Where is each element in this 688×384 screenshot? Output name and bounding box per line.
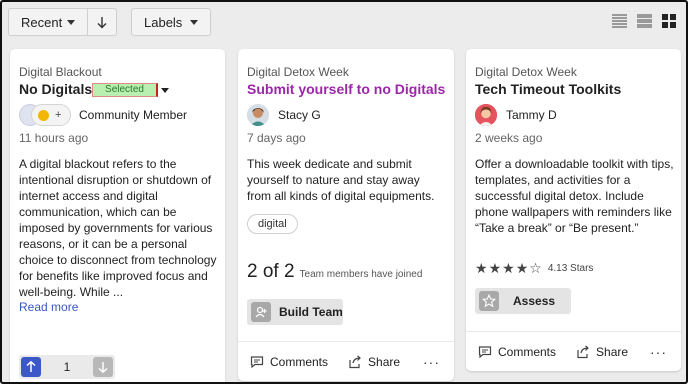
labels-label: Labels bbox=[144, 14, 183, 30]
share-label: Share bbox=[368, 354, 401, 369]
idea-card[interactable]: Digital Detox Week Submit yourself to no… bbox=[238, 49, 454, 381]
chevron-down-icon[interactable] bbox=[161, 88, 169, 93]
view-toggles bbox=[612, 14, 676, 28]
upvote-button[interactable] bbox=[21, 357, 41, 377]
card-title[interactable]: No Digitals bbox=[19, 81, 92, 97]
avatar bbox=[475, 104, 497, 126]
card-title[interactable]: Submit yourself to no Digitals bbox=[247, 81, 445, 97]
read-more-link[interactable]: Read more bbox=[19, 300, 78, 314]
comments-label: Comments bbox=[270, 354, 329, 369]
build-team-button[interactable]: Build Team bbox=[247, 299, 343, 325]
star-icon: ★ bbox=[515, 260, 529, 276]
card-author: Tammy D bbox=[475, 104, 557, 126]
comment-icon bbox=[250, 355, 264, 368]
compact-view-icon[interactable] bbox=[637, 14, 652, 28]
sort-control: Recent bbox=[8, 8, 117, 36]
tag-chip[interactable]: digital bbox=[247, 214, 298, 234]
author-name: Tammy D bbox=[506, 108, 557, 122]
card-footer: Comments Share ··· bbox=[238, 341, 454, 381]
share-icon bbox=[577, 344, 589, 358]
add-icon: + bbox=[55, 109, 62, 121]
more-options-icon[interactable]: ··· bbox=[650, 344, 667, 360]
author-name: Stacy G bbox=[278, 108, 321, 122]
timestamp: 7 days ago bbox=[247, 131, 306, 145]
team-count: 2 of 2 bbox=[247, 261, 295, 282]
vote-control: 1 bbox=[19, 355, 115, 379]
card-footer: Comments Share ··· bbox=[466, 331, 681, 371]
assess-label: Assess bbox=[513, 294, 556, 308]
share-button[interactable]: Share bbox=[348, 355, 400, 369]
star-outline-icon: ☆ bbox=[529, 260, 542, 276]
more-options-icon[interactable]: ··· bbox=[423, 354, 440, 370]
build-team-label: Build Team bbox=[279, 305, 343, 319]
downvote-button[interactable] bbox=[93, 357, 113, 377]
star-rating: ★ ★ ★ ★ ☆ 4.13 Stars bbox=[475, 261, 593, 275]
star-icon: ★ bbox=[475, 260, 488, 276]
author-name: Community Member bbox=[79, 108, 188, 122]
share-button[interactable]: Share bbox=[576, 345, 628, 359]
comments-button[interactable]: Comments bbox=[250, 355, 328, 369]
rating-text: 4.13 Stars bbox=[547, 262, 594, 274]
avatar bbox=[247, 104, 269, 126]
card-title[interactable]: Tech Timeout Toolkits bbox=[475, 81, 621, 97]
card-category: Digital Detox Week bbox=[475, 65, 577, 79]
comments-button[interactable]: Comments bbox=[478, 345, 556, 359]
app-frame: Recent Labels Digital Blackout No Digita… bbox=[0, 0, 688, 384]
list-view-icon[interactable] bbox=[612, 14, 627, 28]
idea-card[interactable]: Digital Blackout No Digitals Selected + … bbox=[10, 49, 225, 382]
status-badge[interactable]: Selected bbox=[92, 83, 158, 97]
star-icon: ★ bbox=[488, 260, 502, 276]
avatar-group: + bbox=[19, 104, 71, 126]
arrow-down-icon bbox=[98, 362, 108, 373]
grid-view-icon[interactable] bbox=[662, 14, 676, 28]
card-author: + Community Member bbox=[19, 104, 187, 126]
team-status: 2 of 2 Team members have joined bbox=[247, 261, 422, 283]
star-icon: ★ bbox=[502, 260, 515, 276]
chevron-down-icon bbox=[190, 19, 198, 25]
arrow-down-icon bbox=[97, 16, 107, 28]
share-label: Share bbox=[596, 344, 629, 359]
labels-dropdown[interactable]: Labels bbox=[131, 8, 211, 36]
timestamp: 11 hours ago bbox=[19, 131, 89, 145]
vote-count: 1 bbox=[63, 360, 71, 374]
description-text: A digital blackout refers to the intenti… bbox=[19, 157, 217, 299]
assess-button[interactable]: Assess bbox=[475, 288, 571, 314]
sort-direction-button[interactable] bbox=[88, 8, 117, 36]
star-icon bbox=[479, 291, 499, 311]
arrow-up-icon bbox=[26, 361, 36, 372]
card-description: This week dedicate and submit yourself t… bbox=[247, 157, 435, 203]
sort-label: Recent bbox=[21, 14, 63, 30]
idea-card[interactable]: Digital Detox Week Tech Timeout Toolkits… bbox=[466, 49, 681, 371]
sort-dropdown[interactable]: Recent bbox=[8, 8, 88, 36]
card-category: Digital Detox Week bbox=[247, 65, 349, 79]
card-description: Offer a downloadable toolkit with tips, … bbox=[475, 157, 674, 235]
toolbar: Recent Labels bbox=[8, 8, 211, 36]
team-text: Team members have joined bbox=[299, 269, 423, 280]
share-icon bbox=[349, 354, 361, 368]
team-icon bbox=[251, 302, 271, 322]
card-author: Stacy G bbox=[247, 104, 321, 126]
card-description: A digital blackout refers to the intenti… bbox=[19, 156, 219, 300]
clap-icon: + bbox=[31, 104, 71, 126]
comment-icon bbox=[478, 345, 492, 358]
timestamp: 2 weeks ago bbox=[475, 131, 543, 145]
chevron-down-icon bbox=[67, 19, 75, 25]
card-category: Digital Blackout bbox=[19, 65, 102, 79]
comments-label: Comments bbox=[498, 344, 557, 359]
